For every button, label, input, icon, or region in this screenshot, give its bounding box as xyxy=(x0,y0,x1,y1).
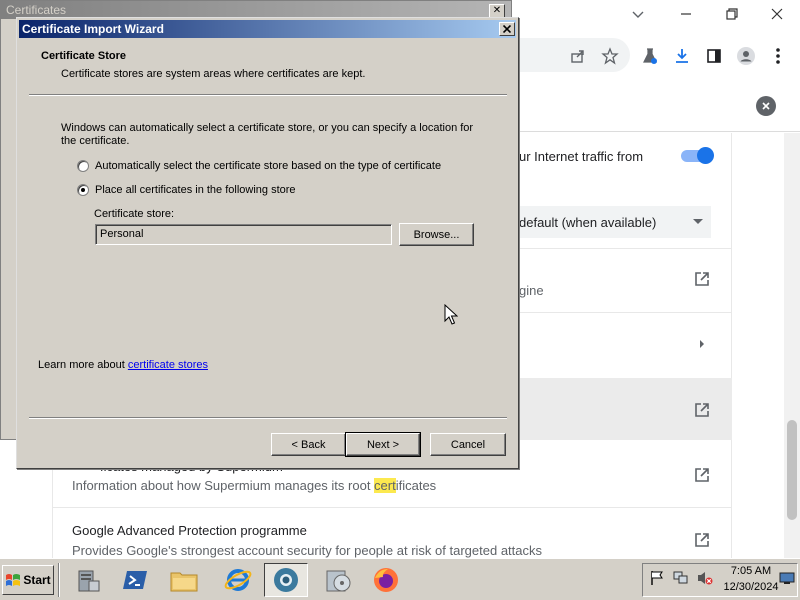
secure-dns-item-text: ur Internet traffic from xyxy=(519,149,644,164)
clock-date[interactable]: 12/30/2024 xyxy=(716,581,786,593)
taskbar-separator xyxy=(58,563,60,597)
learn-more-text: Learn more about certificate stores xyxy=(38,359,208,371)
cancel-button[interactable]: Cancel xyxy=(430,433,506,456)
auto-select-store-label: Automatically select the certificate sto… xyxy=(95,160,442,172)
clear-search-icon[interactable] xyxy=(756,96,776,116)
network-icon[interactable] xyxy=(673,570,689,586)
star-icon[interactable] xyxy=(598,44,622,68)
certificates-close-button[interactable]: ✕ xyxy=(489,4,505,18)
internet-explorer-icon[interactable] xyxy=(216,563,260,597)
start-button[interactable]: Start xyxy=(2,565,54,595)
external-link-icon[interactable] xyxy=(693,270,711,288)
supermium-browser-icon[interactable] xyxy=(264,563,308,597)
wizard-close-button[interactable] xyxy=(499,22,515,36)
file-explorer-icon[interactable] xyxy=(162,563,206,597)
restore-icon[interactable] xyxy=(718,4,746,24)
minimize-icon[interactable] xyxy=(672,4,700,24)
wizard-title: Certificate Import Wizard xyxy=(22,22,164,36)
external-link-icon[interactable] xyxy=(693,466,711,484)
chevron-right-icon[interactable] xyxy=(698,339,706,349)
back-button[interactable]: < Back xyxy=(271,433,346,456)
radio-button-icon[interactable] xyxy=(77,160,89,172)
show-desktop-icon[interactable] xyxy=(779,570,795,586)
dropdown-arrow-icon xyxy=(692,218,704,226)
dns-provider-value: default (when available) xyxy=(519,215,657,230)
footer-divider xyxy=(29,417,507,419)
wizard-title-bar: Certificate Import Wizard xyxy=(19,20,516,38)
page-subtitle: Certificate stores are system areas wher… xyxy=(61,68,366,80)
windows-logo-icon xyxy=(6,574,21,586)
start-label: Start xyxy=(23,573,51,587)
chevron-down-icon[interactable] xyxy=(624,4,652,24)
supermium-certs-subtitle: Information about how Supermium manages … xyxy=(72,478,437,493)
disc-utility-icon[interactable] xyxy=(316,563,360,597)
place-in-store-label: Place all certificates in the following … xyxy=(95,184,296,196)
learn-more-prefix: Learn more about xyxy=(38,359,128,371)
close-icon[interactable] xyxy=(763,4,791,24)
download-icon[interactable] xyxy=(670,44,694,68)
volume-muted-icon[interactable] xyxy=(697,570,713,586)
external-link-icon[interactable] xyxy=(693,531,711,549)
store-description: Windows can automatically select a certi… xyxy=(61,122,474,147)
flag-icon[interactable] xyxy=(649,570,665,586)
engine-item-text: gine xyxy=(519,283,544,298)
advanced-protection-title: Google Advanced Protection programme xyxy=(72,523,307,538)
radio-button-selected-icon[interactable] xyxy=(77,184,89,196)
divider xyxy=(52,507,732,508)
share-icon[interactable] xyxy=(566,44,590,68)
certificate-store-field: Personal xyxy=(95,224,392,245)
server-manager-icon[interactable] xyxy=(66,563,110,597)
profile-avatar-icon[interactable] xyxy=(734,44,758,68)
firefox-icon[interactable] xyxy=(364,563,408,597)
powershell-icon[interactable] xyxy=(114,563,158,597)
labs-flask-icon[interactable] xyxy=(638,44,662,68)
external-link-icon[interactable] xyxy=(693,401,711,419)
next-button[interactable]: Next > xyxy=(345,432,421,457)
certificate-import-wizard: Certificate Import Wizard Certificate St… xyxy=(16,17,519,469)
auto-select-store-option[interactable]: Automatically select the certificate sto… xyxy=(77,160,441,172)
place-in-store-option[interactable]: Place all certificates in the following … xyxy=(77,184,296,196)
mouse-cursor-icon xyxy=(444,304,458,326)
close-icon xyxy=(503,25,511,33)
browse-button[interactable]: Browse... xyxy=(399,223,474,246)
certificate-store-label: Certificate store: xyxy=(94,208,175,220)
certificates-title: Certificates xyxy=(6,3,67,17)
side-panel-icon[interactable] xyxy=(702,44,726,68)
scrollbar-thumb[interactable] xyxy=(787,420,797,520)
header-divider xyxy=(29,94,507,96)
more-menu-icon[interactable] xyxy=(766,44,790,68)
advanced-protection-subtitle: Provides Google's strongest account secu… xyxy=(72,543,542,558)
toggle-knob xyxy=(697,147,714,164)
certificate-stores-link[interactable]: certificate stores xyxy=(128,359,208,371)
clock-time[interactable]: 7:05 AM xyxy=(726,565,776,577)
page-title: Certificate Store xyxy=(41,50,126,62)
